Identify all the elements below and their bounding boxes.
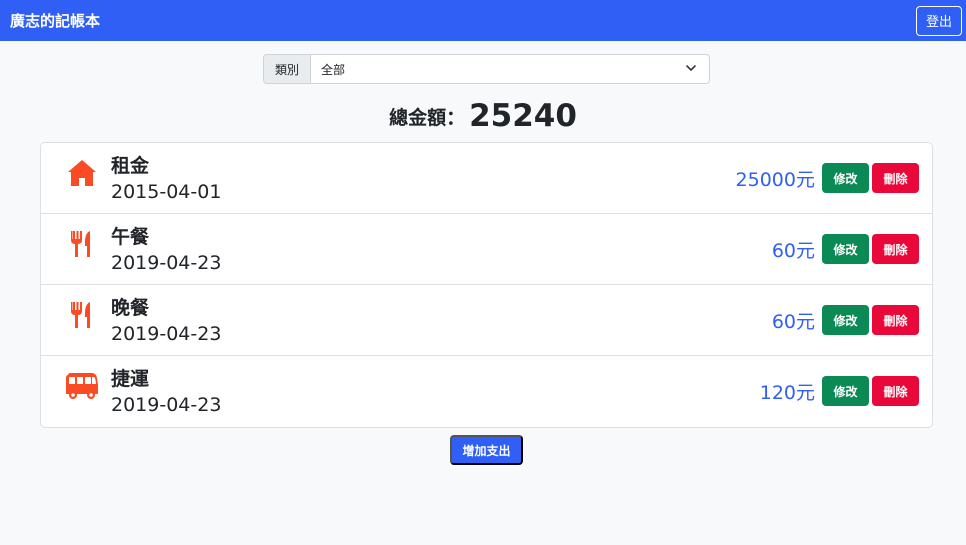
expense-amount: 120元 (759, 381, 815, 404)
expense-item: 午餐 2019-04-23 60元 修改 刪除 (41, 214, 932, 285)
delete-button[interactable]: 刪除 (872, 163, 919, 193)
add-expense-button[interactable]: 增加支出 (450, 435, 523, 465)
expense-title: 捷運 (111, 368, 150, 390)
utensils-icon (65, 229, 99, 259)
edit-button[interactable]: 修改 (822, 305, 869, 335)
expense-item: 捷運 2019-04-23 120元 修改 刪除 (41, 356, 932, 427)
category-select[interactable]: 全部 (311, 54, 710, 84)
expense-amount: 60元 (771, 239, 815, 262)
edit-button[interactable]: 修改 (822, 234, 869, 264)
bus-icon (65, 371, 99, 401)
total-value: 25240 (469, 98, 577, 134)
edit-button[interactable]: 修改 (822, 376, 869, 406)
expense-date: 2019-04-23 (111, 252, 222, 274)
edit-button[interactable]: 修改 (822, 163, 869, 193)
expense-date: 2019-04-23 (111, 323, 222, 345)
expense-title: 租金 (111, 155, 150, 177)
expense-date: 2015-04-01 (111, 181, 222, 203)
expense-list: 租金 2015-04-01 25000元 修改 刪除 午餐 2019-04-23… (40, 142, 933, 428)
delete-button[interactable]: 刪除 (872, 376, 919, 406)
expense-amount: 60元 (771, 310, 815, 333)
category-filter: 類別 全部 (263, 54, 710, 84)
expense-item: 晚餐 2019-04-23 60元 修改 刪除 (41, 285, 932, 356)
chevron-down-icon (685, 62, 697, 77)
total-label: 總金額： (389, 106, 466, 129)
home-icon (65, 158, 99, 188)
category-select-value: 全部 (321, 62, 346, 77)
top-navbar: 廣志的記帳本 登出 (0, 0, 966, 41)
expense-item: 租金 2015-04-01 25000元 修改 刪除 (41, 143, 932, 214)
expense-title: 午餐 (111, 226, 150, 248)
category-filter-label: 類別 (263, 54, 311, 84)
total-amount: 總金額： 25240 (0, 96, 966, 136)
app-title: 廣志的記帳本 (10, 12, 101, 30)
delete-button[interactable]: 刪除 (872, 234, 919, 264)
expense-date: 2019-04-23 (111, 394, 222, 416)
expense-title: 晚餐 (111, 297, 150, 319)
utensils-icon (65, 300, 99, 330)
expense-amount: 25000元 (735, 168, 815, 191)
logout-button[interactable]: 登出 (916, 5, 962, 36)
delete-button[interactable]: 刪除 (872, 305, 919, 335)
